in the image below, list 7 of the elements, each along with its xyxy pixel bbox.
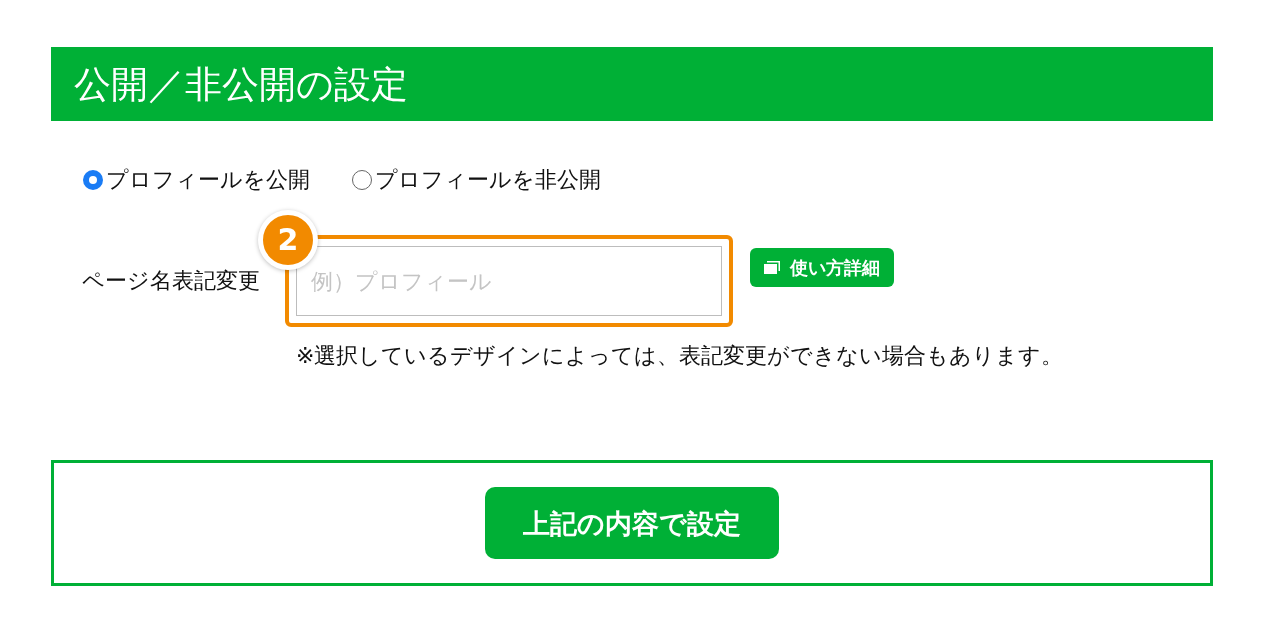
- note-text: ※選択しているデザインによっては、表記変更ができない場合もあります。: [296, 345, 1065, 367]
- section-title: 公開／非公開の設定: [74, 65, 408, 103]
- radio-option[interactable]: プロフィールを公開: [83, 169, 310, 191]
- window-icon: [764, 261, 780, 274]
- page-name-input[interactable]: 例）プロフィール: [296, 246, 722, 316]
- field-label: ページ名表記変更: [82, 270, 261, 292]
- radio-option[interactable]: プロフィールを非公開: [352, 169, 601, 191]
